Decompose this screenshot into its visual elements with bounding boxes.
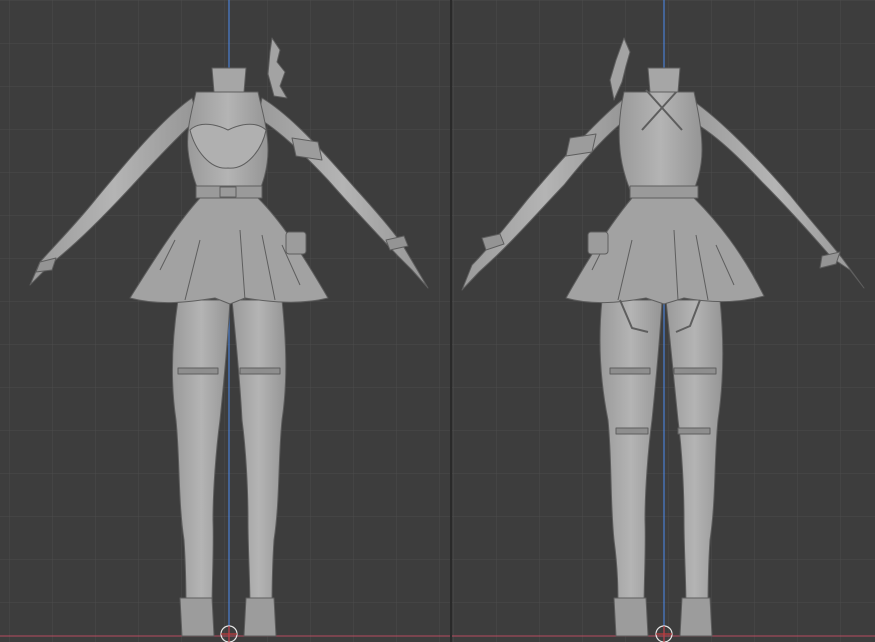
collar [211, 67, 247, 93]
left-knee-band [615, 427, 649, 435]
left-thigh-band [177, 367, 219, 375]
right-knee-band [677, 427, 711, 435]
hip-pouch [285, 231, 307, 255]
right-thigh-band [673, 367, 717, 375]
belt [629, 185, 699, 199]
front-viewport-canvas[interactable] [0, 0, 452, 642]
viewport-workspace[interactable] [0, 0, 875, 642]
back-viewport-canvas[interactable] [452, 0, 875, 642]
origin-marker [655, 625, 673, 642]
collar [647, 67, 681, 93]
right-thigh-band [239, 367, 281, 375]
viewport-front[interactable] [0, 0, 452, 642]
left-boot [613, 597, 649, 637]
belt [195, 185, 263, 199]
viewport-back[interactable] [452, 0, 875, 642]
right-boot [679, 597, 713, 637]
left-boot [179, 597, 215, 637]
hip-pouch [587, 231, 609, 255]
origin-marker [220, 625, 238, 642]
right-boot [243, 597, 277, 637]
left-thigh-band [609, 367, 651, 375]
